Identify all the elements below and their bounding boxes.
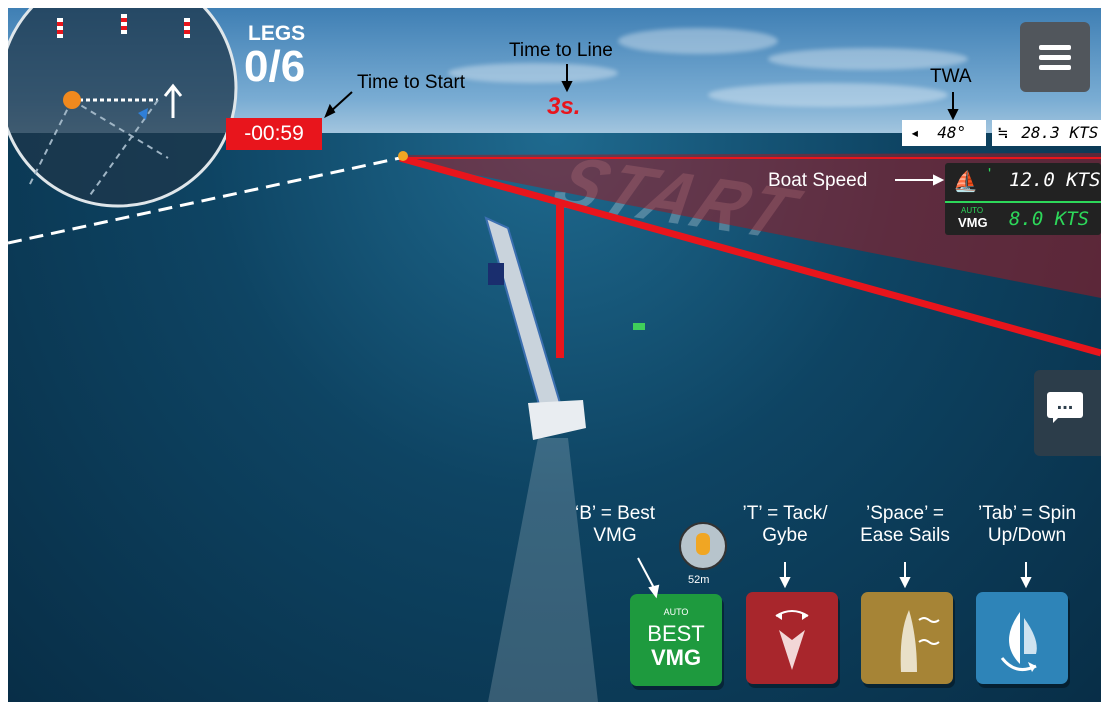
annotation-ease-line2: Ease Sails [860, 524, 950, 546]
annotation-tack: ’T’ = Tack/ Gybe [735, 503, 835, 547]
annotation-time-to-start: Time to Start [357, 72, 466, 93]
annotation-boat-speed: Boat Speed [768, 170, 868, 191]
annotation-twa: TWA [930, 66, 972, 87]
annotation-spin-line2: Up/Down [987, 524, 1067, 546]
annotation-best-vmg-line1: ‘B’ = Best [575, 503, 656, 524]
annotation-ease: ’Space’ = Ease Sails [853, 503, 957, 547]
annotation-time-to-line: Time to Line [509, 40, 613, 61]
annotation-tack-line2: Gybe [762, 524, 808, 546]
annotation-spin: ’Tab’ = Spin Up/Down [968, 503, 1086, 547]
annotation-best-vmg-line2: VMG [593, 524, 637, 546]
annotation-ease-line1: ’Space’ = [866, 503, 944, 524]
annotation-arrows [324, 64, 1032, 599]
annotation-spin-line1: ’Tab’ = Spin [977, 503, 1077, 524]
annotation-tack-line1: ’T’ = Tack/ [742, 503, 828, 524]
annotation-best-vmg: ‘B’ = Best VMG [575, 503, 655, 547]
